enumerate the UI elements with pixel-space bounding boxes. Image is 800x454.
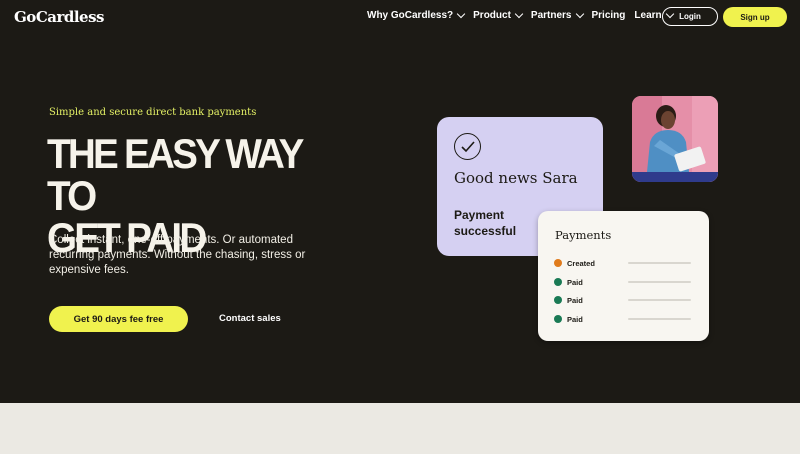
signup-button[interactable]: Sign up bbox=[723, 7, 787, 27]
payment-status: Paid bbox=[567, 314, 583, 324]
chevron-down-icon bbox=[456, 9, 466, 19]
hero-subtext: Collect instant, one-off payments. Or au… bbox=[49, 234, 306, 276]
payment-status: Paid bbox=[567, 277, 583, 287]
payment-status: Paid bbox=[567, 295, 583, 305]
status-dot bbox=[554, 259, 562, 267]
nav-label: Pricing bbox=[591, 10, 626, 21]
nav-product[interactable]: Product bbox=[473, 9, 524, 21]
notification-greeting: Good news Sara bbox=[454, 169, 578, 187]
placeholder-line bbox=[628, 262, 691, 264]
hero-section: GoCardless Why GoCardless? Product Partn… bbox=[0, 0, 800, 403]
payment-row: Paid bbox=[554, 277, 694, 287]
chevron-down-icon bbox=[514, 9, 524, 19]
payments-card-title: Payments bbox=[555, 228, 612, 242]
placeholder-line bbox=[628, 281, 691, 283]
status-dot bbox=[554, 296, 562, 304]
payment-row: Paid bbox=[554, 314, 694, 324]
gocardless-logo[interactable]: GoCardless bbox=[14, 8, 105, 26]
placeholder-line bbox=[628, 299, 691, 301]
login-button[interactable]: Login bbox=[662, 7, 718, 26]
status-dot bbox=[554, 278, 562, 286]
hero-eyebrow: Simple and secure direct bank payments bbox=[49, 107, 257, 118]
payment-row: Paid bbox=[554, 295, 694, 305]
check-circle-icon bbox=[454, 133, 481, 160]
nav-pricing[interactable]: Pricing bbox=[592, 10, 626, 21]
nav-label: Learn bbox=[634, 10, 662, 21]
contact-sales-link[interactable]: Contact sales bbox=[219, 313, 281, 324]
nav-label: Product bbox=[473, 10, 511, 21]
notification-status: Payment successful bbox=[454, 208, 517, 238]
status-dot bbox=[554, 315, 562, 323]
next-section bbox=[0, 403, 800, 454]
chevron-down-icon bbox=[575, 9, 584, 19]
nav-label: Why GoCardless? bbox=[367, 10, 454, 21]
payment-row: Created bbox=[554, 258, 694, 268]
nav-label: Partners bbox=[530, 10, 572, 21]
woman-with-laptop-photo bbox=[632, 96, 718, 182]
nav-why-gocardless[interactable]: Why GoCardless? bbox=[367, 9, 466, 21]
nav-partners[interactable]: Partners bbox=[530, 9, 584, 21]
get-90-days-fee-free-button[interactable]: Get 90 days fee free bbox=[49, 306, 188, 332]
main-nav: Why GoCardless? Product Partners Pricing… bbox=[367, 9, 682, 21]
payments-card: Payments Created Paid Paid Paid bbox=[538, 211, 709, 341]
placeholder-line bbox=[628, 318, 691, 320]
headline-line-1: THE EASY WAY TO bbox=[47, 130, 304, 219]
payment-status: Created bbox=[567, 258, 595, 268]
